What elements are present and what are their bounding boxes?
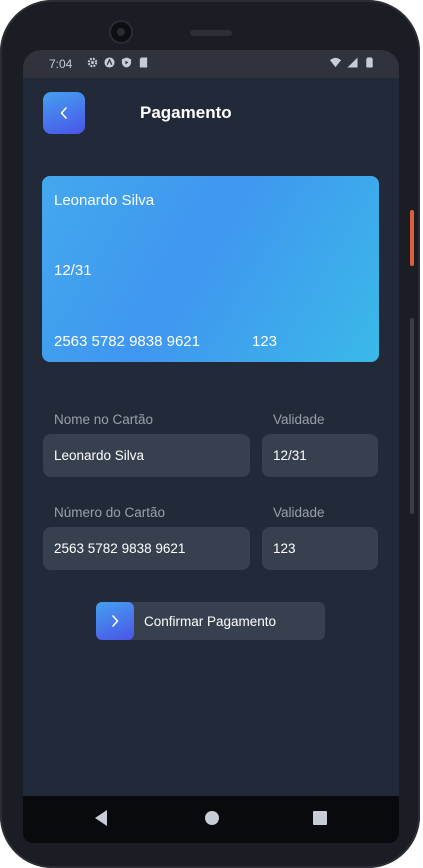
back-triangle-icon[interactable] [93,808,109,828]
status-time: 7:04 [49,57,73,71]
page-title: Pagamento [140,103,232,122]
app-screen: 7:04 Pagamento Leonardo Silva 12/31 2563… [23,50,399,843]
battery-icon [366,57,373,68]
confirm-icon-box [96,602,134,640]
confirm-payment-label: Confirmar Pagamento [144,613,277,629]
chevron-right-icon [112,615,119,627]
earpiece-speaker [190,30,232,36]
sd-card-icon [139,57,148,68]
expiry-field[interactable]: 12/31 [262,434,378,477]
front-camera [111,22,131,42]
gear-icon [87,57,98,68]
play-protect-icon [121,57,132,68]
wifi-icon [330,57,341,68]
power-button [410,210,414,266]
card-holder-name: Leonardo Silva [54,192,155,209]
number-field[interactable]: 2563 5782 9838 9621 [43,527,250,570]
status-icons-left [87,57,149,68]
phone-frame: 7:04 Pagamento Leonardo Silva 12/31 2563… [0,0,420,868]
status-icons-right [330,57,375,68]
card-number: 2563 5782 9838 9621 [54,333,200,350]
signal-icon [347,57,358,68]
status-bar: 7:04 [23,50,399,78]
navigation-bar [23,796,399,843]
back-button[interactable] [43,92,85,134]
cvv-label: Validade [273,505,325,520]
volume-button [410,318,414,514]
card-expiry: 12/31 [54,262,92,279]
autofill-icon [104,57,115,68]
name-label: Nome no Cartão [54,412,154,427]
cvv-field[interactable]: 123 [262,527,378,570]
home-circle-icon[interactable] [202,808,222,828]
chevron-left-icon [60,107,67,119]
expiry-label: Validade [273,412,325,427]
card-cvv: 123 [252,333,278,350]
name-field[interactable]: Leonardo Silva [43,434,250,477]
recents-square-icon[interactable] [310,808,330,828]
card-preview: Leonardo Silva 12/31 2563 5782 9838 9621… [42,176,379,362]
confirm-payment-button[interactable]: Confirmar Pagamento [96,602,325,640]
number-label: Número do Cartão [54,505,166,520]
